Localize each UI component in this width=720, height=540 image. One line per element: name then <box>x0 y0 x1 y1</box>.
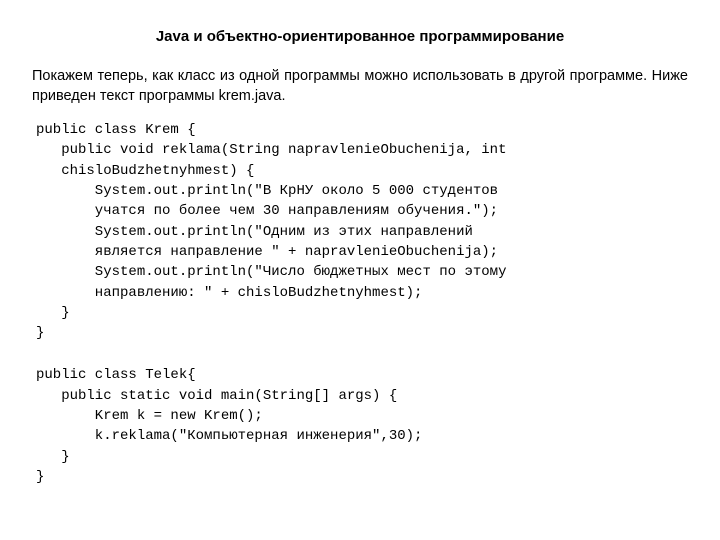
code-block-telek: public class Telek{ public static void m… <box>32 365 688 487</box>
intro-paragraph: Покажем теперь, как класс из одной прогр… <box>32 67 688 106</box>
page-title: Java и объектно-ориентированное программ… <box>32 28 688 45</box>
code-block-krem: public class Krem { public void reklama(… <box>32 120 688 343</box>
